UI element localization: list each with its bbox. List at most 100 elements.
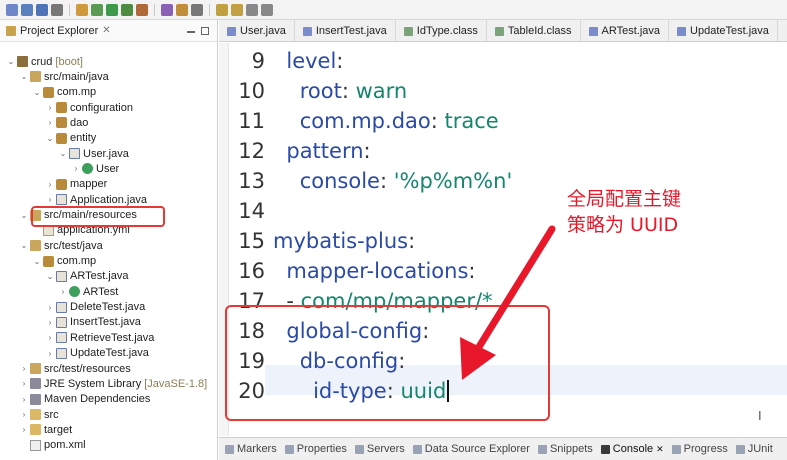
collapsed-chevron-icon[interactable]: ›: [45, 349, 55, 358]
main-toolbar: [0, 0, 787, 20]
collapsed-chevron-icon[interactable]: ›: [45, 195, 55, 204]
tree-package-mapper[interactable]: › mapper: [45, 177, 108, 192]
collapsed-chevron-icon[interactable]: ›: [45, 103, 55, 112]
bottom-tab-properties[interactable]: Properties: [284, 443, 347, 455]
tree-file-retrievetest-java[interactable]: › RetrieveTest.java: [45, 330, 155, 345]
tree-folder-target[interactable]: › target: [19, 422, 72, 437]
editor-tab-inserttest-java[interactable]: InsertTest.java: [295, 20, 396, 41]
run-ext-icon[interactable]: [121, 3, 133, 16]
tree-file-artest-java[interactable]: ⌄ ARTest.java: [45, 269, 129, 284]
tree-item-label: crud: [31, 55, 53, 68]
maximize-icon[interactable]: [201, 26, 209, 35]
tree-src-test-java[interactable]: ⌄ src/test/java: [19, 238, 103, 253]
tree-file-inserttest-java[interactable]: › InsertTest.java: [45, 315, 141, 330]
tree-item-label: configuration: [70, 101, 133, 114]
editor-tab-tableid-class[interactable]: TableId.class: [487, 20, 581, 41]
expanded-chevron-icon[interactable]: ⌄: [45, 272, 55, 281]
collapsed-chevron-icon[interactable]: ›: [19, 425, 29, 434]
search-icon[interactable]: [76, 3, 88, 16]
save-all-icon[interactable]: [36, 3, 48, 16]
tree-package-dao[interactable]: › dao: [45, 115, 89, 130]
close-tab-icon[interactable]: ✕: [656, 444, 664, 455]
collapsed-chevron-icon[interactable]: ›: [19, 379, 29, 388]
tree-jre-library[interactable]: › JRE System Library [JavaSE-1.8]: [19, 376, 208, 391]
expanded-chevron-icon[interactable]: ⌄: [19, 72, 29, 81]
new-class-icon[interactable]: [161, 3, 173, 16]
xml-file-icon: [30, 439, 41, 451]
save-icon[interactable]: [21, 3, 33, 16]
expanded-chevron-icon[interactable]: ⌄: [19, 211, 29, 220]
coverage-icon[interactable]: [136, 3, 148, 16]
code-line-15: 15 mybatis-plus:: [229, 226, 415, 256]
collapsed-chevron-icon[interactable]: ›: [45, 303, 55, 312]
back-icon[interactable]: [246, 3, 258, 16]
code-line-13: 13 console: '%p%m%n': [229, 166, 512, 196]
editor-tab-idtype-class[interactable]: IdType.class: [396, 20, 487, 41]
expanded-chevron-icon[interactable]: ⌄: [32, 257, 42, 266]
tree-class-artest[interactable]: › ARTest: [58, 284, 119, 299]
bottom-tab-junit[interactable]: JUnit: [735, 443, 773, 455]
collapsed-chevron-icon[interactable]: ›: [19, 364, 29, 373]
expanded-chevron-icon[interactable]: ⌄: [19, 241, 29, 250]
close-view-icon[interactable]: ✕: [102, 25, 110, 36]
search-menu-icon[interactable]: [191, 3, 203, 16]
expanded-chevron-icon[interactable]: ⌄: [45, 134, 55, 143]
bottom-tab-markers[interactable]: Markers: [225, 443, 277, 455]
bottom-tab-label: Servers: [366, 443, 405, 455]
bottom-tab-snippets[interactable]: Snippets: [537, 443, 593, 455]
tree-item-decoration: [JavaSE-1.8]: [144, 377, 208, 390]
tree-package-configuration[interactable]: › configuration: [45, 100, 133, 115]
collapsed-chevron-icon[interactable]: ›: [58, 287, 68, 296]
forward-icon[interactable]: [261, 3, 273, 16]
next-annotation-icon[interactable]: [216, 3, 228, 16]
tree-file-updatetest-java[interactable]: › UpdateTest.java: [45, 346, 149, 361]
expanded-chevron-icon[interactable]: ⌄: [32, 88, 42, 97]
new-icon[interactable]: [6, 3, 18, 16]
bottom-tab-servers[interactable]: Servers: [354, 443, 405, 455]
annotation-line-1: 全局配置主键: [567, 188, 682, 210]
bottom-tab-data-source-explorer[interactable]: Data Source Explorer: [412, 443, 530, 455]
editor-tab-user-java[interactable]: User.java: [219, 20, 295, 41]
tree-file-application-java[interactable]: › Application.java: [45, 192, 147, 207]
collapsed-chevron-icon[interactable]: ›: [45, 318, 55, 327]
tree-crud-project[interactable]: ⌄ crud [boot]: [6, 54, 83, 69]
print-icon[interactable]: [51, 3, 63, 16]
collapsed-chevron-icon[interactable]: ›: [45, 333, 55, 342]
collapsed-chevron-icon[interactable]: ›: [19, 410, 29, 419]
run-icon[interactable]: [106, 3, 118, 16]
tree-file-user-java[interactable]: ⌄ User.java: [58, 146, 129, 161]
editor-tab-updatetest-java[interactable]: UpdateTest.java: [669, 20, 778, 41]
collapsed-chevron-icon[interactable]: ›: [71, 164, 81, 173]
prev-annotation-icon[interactable]: [231, 3, 243, 16]
bottom-tab-progress[interactable]: Progress: [671, 443, 728, 455]
tree-class-user[interactable]: › User: [71, 161, 120, 176]
tree-src-main-java[interactable]: ⌄ src/main/java: [19, 69, 109, 84]
java-file-icon: [56, 316, 67, 328]
bottom-tab-console[interactable]: Console ✕: [600, 443, 664, 455]
expanded-chevron-icon[interactable]: ⌄: [6, 57, 16, 66]
tree-package-com-mp[interactable]: ⌄ com.mp: [32, 85, 96, 100]
debug-icon[interactable]: [91, 3, 103, 16]
collapsed-chevron-icon[interactable]: ›: [45, 180, 55, 189]
collapsed-chevron-icon[interactable]: ›: [19, 395, 29, 404]
annotation-arrow-icon: [460, 225, 556, 380]
editor-tab-label: UpdateTest.java: [690, 25, 769, 37]
tree-file-pom-xml[interactable]: pom.xml: [19, 438, 86, 453]
bottom-tab-label: JUnit: [747, 443, 773, 455]
minimize-icon[interactable]: [187, 30, 195, 33]
tree-item-label: ARTest: [83, 285, 119, 298]
tree-folder-src[interactable]: › src: [19, 407, 59, 422]
tree-item-label: ARTest.java: [70, 270, 129, 283]
project-explorer-title[interactable]: Project Explorer: [20, 25, 98, 37]
tree-package-com-mp-test[interactable]: ⌄ com.mp: [32, 254, 96, 269]
markers-icon: [225, 444, 234, 454]
tree-file-deletetest-java[interactable]: › DeleteTest.java: [45, 300, 146, 315]
open-type-icon[interactable]: [176, 3, 188, 16]
collapsed-chevron-icon[interactable]: ›: [45, 118, 55, 127]
editor-tab-artest-java[interactable]: ARTest.java: [581, 20, 670, 41]
tree-package-entity[interactable]: ⌄ entity: [45, 131, 97, 146]
tree-maven-dependencies[interactable]: › Maven Dependencies: [19, 392, 151, 407]
expanded-chevron-icon[interactable]: ⌄: [58, 149, 68, 158]
tree-src-test-resources[interactable]: › src/test/resources: [19, 361, 131, 376]
